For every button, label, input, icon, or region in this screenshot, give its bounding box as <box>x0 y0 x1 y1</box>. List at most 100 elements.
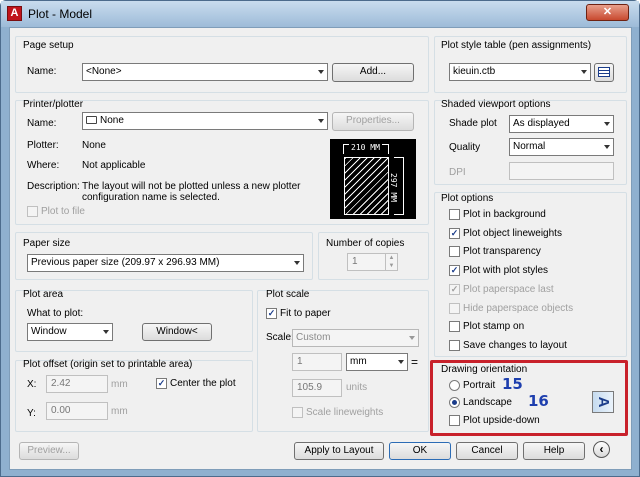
plot-option-checkbox[interactable]: ✓ <box>449 227 460 239</box>
chevron-down-icon <box>604 122 610 126</box>
plot-option-label: Plot with plot styles <box>463 265 549 277</box>
shade-plot-label: Shade plot <box>449 118 497 129</box>
chevron-down-icon <box>409 336 415 340</box>
fit-to-paper-label: Fit to paper <box>280 308 331 319</box>
dpi-label: DPI <box>449 167 466 178</box>
printer-name-combo[interactable]: None <box>82 112 328 130</box>
paper-preview: 210 MM 297 MM <box>330 139 416 219</box>
plot-option-label: Plot in background <box>463 209 546 220</box>
offset-x-label: X: <box>27 379 37 390</box>
description-label: Description: <box>27 181 80 192</box>
where-label: Where: <box>27 160 60 171</box>
quality-value: Normal <box>513 141 546 152</box>
autocad-app-icon: A <box>7 6 22 21</box>
offset-y-input[interactable]: 0.00 <box>46 402 108 420</box>
chevron-down-icon <box>604 145 610 149</box>
plot-option-label: Hide paperspace objects <box>463 302 574 314</box>
plot-style-table-combo[interactable]: kieuin.ctb <box>449 63 591 81</box>
printer-name-label: Name: <box>27 118 57 129</box>
edit-table-icon <box>598 67 610 77</box>
plot-option-checkbox[interactable] <box>449 246 460 258</box>
chevron-down-icon <box>103 330 109 334</box>
paper-size-title: Paper size <box>23 238 71 249</box>
offset-y-label: Y: <box>27 408 36 419</box>
printer-name-value: None <box>100 115 124 126</box>
shaded-viewport-title: Shaded viewport options <box>441 99 551 110</box>
what-to-plot-combo[interactable]: Window <box>27 323 113 341</box>
preview-button[interactable]: Preview... <box>19 442 79 460</box>
scale-lineweights-checkbox[interactable] <box>292 407 303 418</box>
plot-option-label: Plot paperspace last <box>463 283 554 295</box>
plot-to-file-checkbox[interactable] <box>27 206 38 217</box>
what-to-plot-label: What to plot: <box>27 308 84 319</box>
collapse-options-button[interactable]: ‹ <box>593 441 610 458</box>
paper-size-combo[interactable]: Previous paper size (209.97 x 296.93 MM) <box>27 254 304 272</box>
quality-combo[interactable]: Normal <box>509 138 614 156</box>
paper-preview-sheet <box>344 157 389 215</box>
plotter-label: Plotter: <box>27 140 59 151</box>
plot-style-table-title: Plot style table (pen assignments) <box>441 40 592 51</box>
offset-x-input[interactable]: 2.42 <box>46 375 108 393</box>
scale-combo[interactable]: Custom <box>292 329 419 347</box>
chevron-down-icon <box>398 360 404 364</box>
dpi-input[interactable] <box>509 162 614 180</box>
plot-option-checkbox[interactable]: ✓ <box>449 283 460 295</box>
apply-to-layout-button[interactable]: Apply to Layout <box>294 442 384 460</box>
fit-to-paper-checkbox[interactable]: ✓ <box>266 308 277 319</box>
page-setup-name-label: Name: <box>27 66 57 77</box>
plot-scale-title: Plot scale <box>266 289 310 300</box>
plot-option-checkbox[interactable] <box>449 302 460 314</box>
shade-plot-combo[interactable]: As displayed <box>509 115 614 133</box>
printer-plotter-title: Printer/plotter <box>23 99 84 110</box>
plotter-value: None <box>82 140 106 151</box>
chevron-down-icon <box>318 119 324 123</box>
paper-width-text: 210 MM <box>349 143 382 152</box>
add-page-setup-button[interactable]: Add... <box>332 63 414 82</box>
equals-sign: = <box>411 355 419 369</box>
scale-label: Scale: <box>266 332 294 343</box>
description-line-2: configuration name is selected. <box>82 192 220 203</box>
plot-style-table-value: kieuin.ctb <box>453 66 496 77</box>
window-select-button[interactable]: Window< <box>142 323 212 341</box>
scale-value2-input[interactable]: 105.9 <box>292 379 342 397</box>
close-button[interactable]: ✕ <box>586 4 629 21</box>
where-value: Not applicable <box>82 160 146 171</box>
scale-unit-combo[interactable]: mm <box>346 353 408 371</box>
title-bar[interactable]: A Plot - Model ✕ <box>1 1 639 27</box>
copies-title: Number of copies <box>326 238 405 249</box>
copies-spinner-icon[interactable]: ▲ ▼ <box>385 254 397 270</box>
printer-icon <box>86 116 97 124</box>
description-line-1: The layout will not be plotted unless a … <box>82 181 301 192</box>
orientation-highlight-frame <box>430 360 628 436</box>
plot-option-checkbox[interactable] <box>449 321 460 333</box>
units-label: units <box>346 382 368 393</box>
scale-value1-input[interactable]: 1 <box>292 353 342 371</box>
what-to-plot-value: Window <box>31 326 67 337</box>
chevron-left-icon: ‹ <box>599 442 604 456</box>
center-plot-label: Center the plot <box>170 378 236 389</box>
scale-unit-value: mm <box>350 356 367 367</box>
page-setup-name-combo[interactable]: <None> <box>82 63 328 81</box>
window-title: Plot - Model <box>28 7 93 21</box>
center-plot-checkbox[interactable]: ✓ <box>156 378 167 389</box>
cancel-button[interactable]: Cancel <box>456 442 518 460</box>
copies-value: 1 <box>352 256 358 267</box>
plot-option-checkbox[interactable]: ✓ <box>449 265 460 277</box>
plot-option-label: Plot object lineweights <box>463 227 562 239</box>
plot-offset-group <box>15 360 253 432</box>
chevron-down-icon <box>294 261 300 265</box>
copies-input[interactable]: 1 ▲ ▼ <box>347 253 398 271</box>
scale-lineweights-label: Scale lineweights <box>306 407 384 418</box>
plot-option-checkbox[interactable] <box>449 339 460 351</box>
chevron-down-icon <box>581 70 587 74</box>
help-button[interactable]: Help <box>523 442 585 460</box>
scale-value: Custom <box>296 332 331 343</box>
plot-option-checkbox[interactable] <box>449 209 460 220</box>
offset-x-unit: mm <box>111 379 128 390</box>
edit-plot-style-button[interactable] <box>594 63 614 82</box>
ok-button[interactable]: OK <box>389 442 451 460</box>
page-setup-title: Page setup <box>23 40 74 51</box>
printer-properties-button[interactable]: Properties... <box>332 112 414 131</box>
chevron-down-icon <box>318 70 324 74</box>
plot-area-title: Plot area <box>23 289 64 300</box>
